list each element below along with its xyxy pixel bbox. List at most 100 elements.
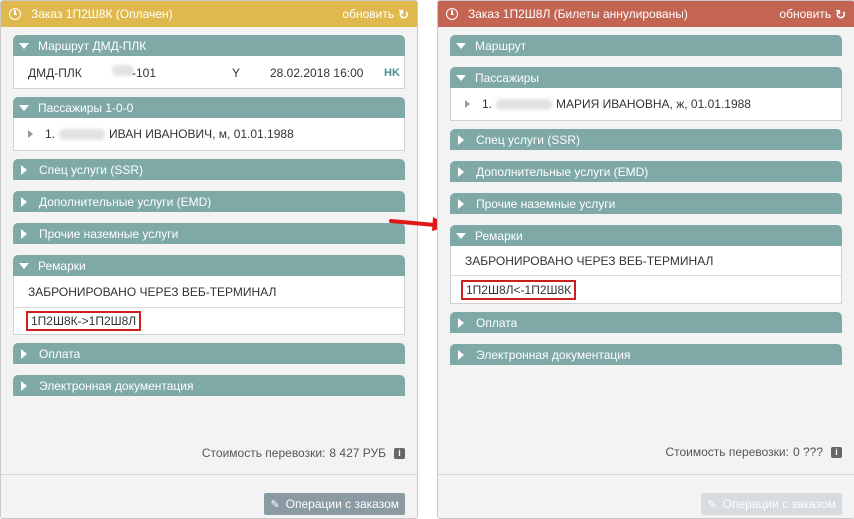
section-route-body: ДМД-ПЛК -101 Y 28.02.2018 16:00 HK bbox=[13, 56, 405, 89]
section-passengers-body: 1. МАРИЯ ИВАНОВНА, ж, 01.01.1988 bbox=[450, 88, 842, 121]
triangle-right-icon bbox=[465, 100, 470, 108]
section-edoc-header[interactable]: Электронная документация bbox=[450, 344, 842, 365]
flight-number: -101 bbox=[132, 66, 157, 80]
transport-cost: Стоимость перевозки: 0 ??? i bbox=[665, 445, 842, 459]
route-row[interactable]: ДМД-ПЛК -101 Y 28.02.2018 16:00 HK bbox=[14, 56, 404, 88]
triangle-right-icon bbox=[21, 164, 27, 175]
section-emd: Дополнительные услуги (EMD) bbox=[13, 191, 405, 212]
remark-row: ЗАБРОНИРОВАНО ЧЕРЕЗ ВЕБ-ТЕРМИНАЛ bbox=[14, 276, 404, 307]
section-title: Электронная документация bbox=[476, 347, 631, 362]
section-ground-header[interactable]: Прочие наземные услуги bbox=[13, 223, 405, 244]
order-panel-left: Заказ 1П2Ш8К (Оплачен) обновить ↻ Маршру… bbox=[0, 0, 418, 519]
section-ground-header[interactable]: Прочие наземные услуги bbox=[450, 193, 842, 214]
passenger-name: ИВАН ИВАНОВИЧ, м, 01.01.1988 bbox=[109, 127, 294, 141]
pencil-icon: ✎ bbox=[707, 498, 717, 511]
section-remarks-body: ЗАБРОНИРОВАНО ЧЕРЕЗ ВЕБ-ТЕРМИНАЛ 1П2Ш8К-… bbox=[13, 276, 405, 335]
button-label: Операции с заказом bbox=[722, 497, 836, 511]
transport-cost: Стоимость перевозки: 8 427 РУБ i bbox=[202, 446, 405, 460]
passenger-index: 1. bbox=[45, 127, 56, 141]
pencil-icon: ✎ bbox=[270, 498, 280, 511]
section-title: Спец услуги (SSR) bbox=[39, 162, 143, 177]
booking-class: Y bbox=[232, 66, 241, 80]
section-payment: Оплата bbox=[13, 343, 405, 364]
section-ssr-header[interactable]: Спец услуги (SSR) bbox=[450, 129, 842, 150]
triangle-down-icon bbox=[456, 74, 466, 81]
section-ssr-header[interactable]: Спец услуги (SSR) bbox=[13, 159, 405, 180]
triangle-right-icon bbox=[458, 198, 464, 209]
section-payment-header[interactable]: Оплата bbox=[450, 312, 842, 333]
order-header: Заказ 1П2Ш8Л (Билеты аннулированы) обнов… bbox=[438, 1, 854, 27]
remark-text: 1П2Ш8К->1П2Ш8Л bbox=[31, 314, 137, 328]
triangle-right-icon bbox=[21, 228, 27, 239]
passenger-row[interactable]: 1. ИВАН ИВАНОВИЧ, м, 01.01.1988 bbox=[14, 118, 404, 150]
section-title: Электронная документация bbox=[39, 378, 194, 393]
passenger-name: МАРИЯ ИВАНОВНА, ж, 01.01.1988 bbox=[556, 97, 751, 111]
section-passengers-header[interactable]: Пассажиры bbox=[450, 67, 842, 88]
section-title: Спец услуги (SSR) bbox=[476, 132, 580, 147]
remark-text: ЗАБРОНИРОВАНО ЧЕРЕЗ ВЕБ-ТЕРМИНАЛ bbox=[465, 253, 714, 268]
section-passengers-header[interactable]: Пассажиры 1-0-0 bbox=[13, 97, 405, 118]
section-passengers: Пассажиры 1-0-0 1. ИВАН ИВАНОВИЧ, м, 01.… bbox=[13, 97, 405, 151]
section-title: Ремарки bbox=[475, 228, 523, 243]
remark-row: 1П2Ш8Л<-1П2Ш8К bbox=[451, 275, 841, 303]
section-edoc: Электронная документация bbox=[450, 344, 842, 365]
section-edoc-header[interactable]: Электронная документация bbox=[13, 375, 405, 396]
cost-value: 8 427 РУБ bbox=[329, 446, 386, 460]
section-emd: Дополнительные услуги (EMD) bbox=[450, 161, 842, 182]
section-remarks-header[interactable]: Ремарки bbox=[13, 255, 405, 276]
triangle-right-icon bbox=[28, 130, 33, 138]
order-header: Заказ 1П2Ш8К (Оплачен) обновить ↻ bbox=[1, 1, 417, 27]
info-icon[interactable]: i bbox=[831, 446, 842, 458]
section-ssr: Спец услуги (SSR) bbox=[450, 129, 842, 150]
remark-row: ЗАБРОНИРОВАНО ЧЕРЕЗ ВЕБ-ТЕРМИНАЛ bbox=[451, 246, 841, 275]
section-title: Маршрут bbox=[475, 38, 527, 53]
refresh-button[interactable]: обновить ↻ bbox=[779, 7, 846, 21]
order-operations-button[interactable]: ✎ Операции с заказом bbox=[701, 493, 842, 515]
section-payment: Оплата bbox=[450, 312, 842, 333]
section-title: Оплата bbox=[39, 346, 81, 361]
triangle-right-icon bbox=[21, 380, 27, 391]
clock-icon bbox=[446, 8, 458, 20]
section-emd-header[interactable]: Дополнительные услуги (EMD) bbox=[13, 191, 405, 212]
section-ground: Прочие наземные услуги bbox=[13, 223, 405, 244]
section-payment-header[interactable]: Оплата bbox=[13, 343, 405, 364]
cost-label: Стоимость перевозки: bbox=[201, 446, 326, 460]
refresh-button[interactable]: обновить ↻ bbox=[342, 7, 409, 21]
triangle-right-icon bbox=[458, 317, 464, 328]
section-title: Маршрут ДМД-ПЛК bbox=[38, 38, 147, 53]
remark-text: ЗАБРОНИРОВАНО ЧЕРЕЗ ВЕБ-ТЕРМИНАЛ bbox=[28, 284, 277, 299]
panel-footer: ✎ Операции с заказом bbox=[1, 474, 417, 518]
section-route-header[interactable]: Маршрут ДМД-ПЛК bbox=[13, 35, 405, 56]
section-title: Дополнительные услуги (EMD) bbox=[476, 164, 649, 179]
surname-blur bbox=[496, 98, 553, 110]
triangle-down-icon bbox=[19, 42, 29, 49]
remark-row: 1П2Ш8К->1П2Ш8Л bbox=[14, 307, 404, 334]
passenger-index: 1. bbox=[482, 97, 493, 111]
triangle-down-icon bbox=[19, 262, 29, 269]
clock-icon bbox=[9, 8, 21, 20]
order-panel-right: Заказ 1П2Ш8Л (Билеты аннулированы) обнов… bbox=[437, 0, 854, 519]
section-route-header[interactable]: Маршрут bbox=[450, 35, 842, 56]
section-remarks-header[interactable]: Ремарки bbox=[450, 225, 842, 246]
route-code: ДМД-ПЛК bbox=[28, 66, 82, 80]
order-operations-button[interactable]: ✎ Операции с заказом bbox=[264, 493, 405, 515]
section-title: Оплата bbox=[476, 315, 518, 330]
section-edoc: Электронная документация bbox=[13, 375, 405, 396]
triangle-right-icon bbox=[458, 134, 464, 145]
passenger-row[interactable]: 1. МАРИЯ ИВАНОВНА, ж, 01.01.1988 bbox=[451, 88, 841, 120]
section-passengers: Пассажиры 1. МАРИЯ ИВАНОВНА, ж, 01.01.19… bbox=[450, 67, 842, 121]
refresh-icon: ↻ bbox=[835, 6, 846, 22]
triangle-down-icon bbox=[19, 104, 29, 111]
surname-blur bbox=[59, 128, 106, 140]
departure-datetime: 28.02.2018 16:00 bbox=[270, 66, 364, 80]
section-passengers-body: 1. ИВАН ИВАНОВИЧ, м, 01.01.1988 bbox=[13, 118, 405, 151]
triangle-down-icon bbox=[456, 42, 466, 49]
section-title: Прочие наземные услуги bbox=[476, 196, 616, 211]
triangle-right-icon bbox=[21, 196, 27, 207]
order-title: Заказ 1П2Ш8К (Оплачен) bbox=[31, 7, 173, 21]
remark-link-highlight: 1П2Ш8К->1П2Ш8Л bbox=[26, 311, 142, 331]
section-title: Дополнительные услуги (EMD) bbox=[39, 194, 212, 209]
section-emd-header[interactable]: Дополнительные услуги (EMD) bbox=[450, 161, 842, 182]
refresh-icon: ↻ bbox=[398, 6, 409, 22]
info-icon[interactable]: i bbox=[394, 447, 405, 459]
